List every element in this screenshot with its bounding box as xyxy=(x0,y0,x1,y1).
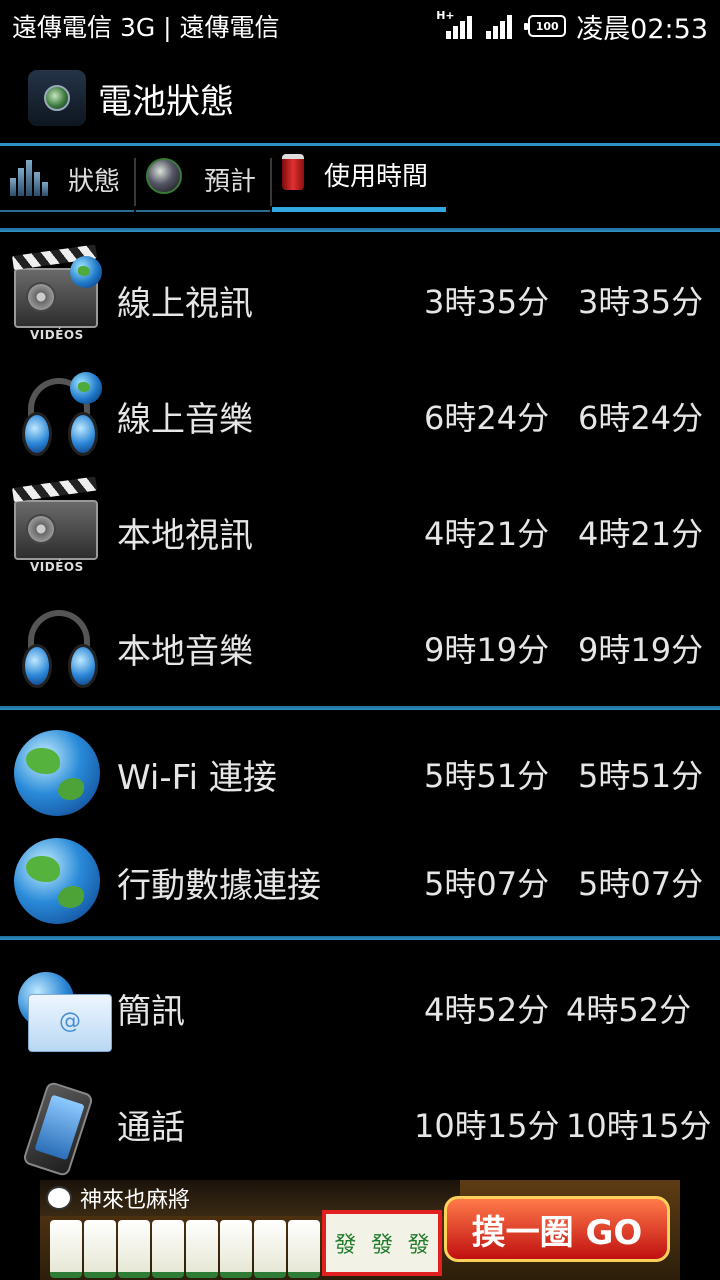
battery-can-icon xyxy=(282,154,304,190)
disc-icon xyxy=(146,158,182,194)
tab-forecast-label: 預計 xyxy=(204,166,257,197)
cell-signal-icon xyxy=(482,11,518,41)
ad-banner[interactable]: 神來也麻將 發 發 發 摸一圈 GO xyxy=(40,1180,680,1280)
tab-status[interactable]: 狀態 xyxy=(0,146,134,212)
highlighted-tiles: 發 發 發 xyxy=(322,1210,442,1276)
section-divider xyxy=(0,936,720,940)
hplus-signal-icon: H+ xyxy=(436,9,473,41)
status-bar: 遠傳電信 3G | 遠傳電信 H+ 100 凌晨02:53 xyxy=(0,0,720,50)
status-icons: H+ 100 凌晨02:53 xyxy=(436,6,708,46)
list-item-local-music[interactable]: 本地音樂 9時19分 9時19分 xyxy=(0,590,720,706)
battery-disc-icon[interactable] xyxy=(28,70,86,126)
battery-icon: 100 xyxy=(524,15,567,37)
list-item-wifi[interactable]: Wi-Fi 連接 5時51分 5時51分 xyxy=(0,716,720,832)
item-time-secondary: 9時19分 xyxy=(578,631,704,669)
item-time: 5時07分 xyxy=(424,865,550,903)
action-bar: 電池狀態 xyxy=(0,50,720,144)
carrier-label: 遠傳電信 3G | 遠傳電信 xyxy=(12,13,280,42)
mahjong-tiles xyxy=(50,1220,320,1278)
item-name: Wi-Fi 連接 xyxy=(117,757,277,798)
item-name: 行動數據連接 xyxy=(117,865,321,906)
video-globe-icon: VIDÉOS xyxy=(12,256,104,344)
item-time: 5時51分 xyxy=(424,757,550,795)
item-time-secondary: 3時35分 xyxy=(578,283,704,321)
bar-chart-icon xyxy=(10,160,50,196)
headphones-globe-icon xyxy=(12,372,104,460)
section-divider xyxy=(0,228,720,232)
list-item-mobile-data[interactable]: 行動數據連接 5時07分 5時07分 xyxy=(0,824,720,940)
item-name: 線上音樂 xyxy=(117,399,253,440)
item-time-secondary: 6時24分 xyxy=(578,399,704,437)
tile-fa: 發 xyxy=(371,1233,394,1258)
app-title: 電池狀態 xyxy=(98,82,234,122)
sms-icon xyxy=(12,964,112,1052)
game-logo-icon xyxy=(46,1186,72,1210)
item-name: 本地視訊 xyxy=(117,515,253,556)
network-type-label: H+ xyxy=(436,9,455,22)
list-item-online-music[interactable]: 線上音樂 6時24分 6時24分 xyxy=(0,358,720,474)
tab-usage-time-label: 使用時間 xyxy=(324,162,429,192)
item-time: 4時52分 xyxy=(424,991,550,1029)
tab-bar: 狀態 預計 使用時間 xyxy=(0,146,720,214)
globe-icon xyxy=(14,838,100,924)
ad-cta-button[interactable]: 摸一圈 GO xyxy=(444,1196,670,1262)
phone-icon xyxy=(12,1080,104,1178)
item-time-secondary: 4時52分 xyxy=(566,991,692,1029)
item-time-secondary: 5時51分 xyxy=(578,757,704,795)
tile-fa: 發 xyxy=(334,1233,357,1258)
video-icon: VIDÉOS xyxy=(12,488,104,576)
list-item-online-video[interactable]: VIDÉOS 線上視訊 3時35分 3時35分 xyxy=(0,242,720,358)
list-item-sms[interactable]: 簡訊 4時52分 4時52分 xyxy=(0,950,720,1066)
item-time: 6時24分 xyxy=(424,399,550,437)
item-name: 線上視訊 xyxy=(117,283,253,324)
list-item-local-video[interactable]: VIDÉOS 本地視訊 4時21分 4時21分 xyxy=(0,474,720,590)
item-time: 10時15分 xyxy=(414,1107,560,1145)
headphones-icon xyxy=(12,604,104,692)
video-icon-label: VIDÉOS xyxy=(30,328,84,342)
item-time-secondary: 5時07分 xyxy=(578,865,704,903)
tile-fa: 發 xyxy=(407,1233,430,1258)
item-time: 9時19分 xyxy=(424,631,550,669)
clock: 凌晨02:53 xyxy=(576,13,708,45)
item-time-secondary: 10時15分 xyxy=(566,1107,712,1145)
item-time-secondary: 4時21分 xyxy=(578,515,704,553)
section-divider xyxy=(0,706,720,710)
item-name: 簡訊 xyxy=(117,991,185,1032)
list-item-call[interactable]: 通話 10時15分 10時15分 xyxy=(0,1066,720,1182)
tab-usage-time[interactable]: 使用時間 xyxy=(272,146,446,212)
item-time: 4時21分 xyxy=(424,515,550,553)
tab-status-label: 狀態 xyxy=(68,166,121,197)
globe-icon xyxy=(14,730,100,816)
item-name: 通話 xyxy=(117,1107,185,1148)
battery-level: 100 xyxy=(535,19,559,33)
item-name: 本地音樂 xyxy=(117,631,253,672)
video-icon-label: VIDÉOS xyxy=(30,560,84,574)
tab-forecast[interactable]: 預計 xyxy=(136,146,270,212)
item-time: 3時35分 xyxy=(424,283,550,321)
ad-title: 神來也麻將 xyxy=(80,1188,191,1213)
